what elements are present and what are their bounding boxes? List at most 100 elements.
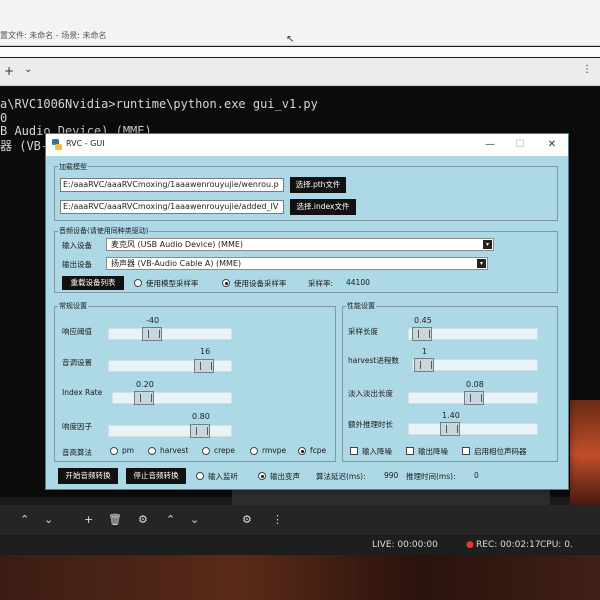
dropdown-arrow-icon[interactable]: ▾ xyxy=(477,259,486,268)
pth-path-input[interactable]: E:/aaaRVC/aaaRVCmoxing/1aaawenrouyujie/w… xyxy=(60,178,284,192)
input-monitor-label: 输入监听 xyxy=(208,472,238,481)
console-line: a\RVC1006Nvidia>runtime\python.exe gui_v… xyxy=(0,97,318,111)
output-denoise-checkbox[interactable] xyxy=(406,447,414,455)
new-tab-icon[interactable]: + xyxy=(4,64,14,78)
move-up-icon[interactable]: ⌃ xyxy=(166,513,175,526)
minimize-button[interactable]: — xyxy=(476,136,504,154)
crossfade-label: 淡入淡出长度 xyxy=(348,389,393,398)
console-line: 器 (VB- xyxy=(0,139,49,153)
model-sr-label: 使用模型采样率 xyxy=(146,279,199,288)
latency-value: 990 xyxy=(384,471,399,480)
stop-conversion-button[interactable]: 停止音频转换 xyxy=(126,468,186,484)
dropdown-arrow-icon[interactable]: ▾ xyxy=(483,240,492,249)
start-conversion-button[interactable]: 开始音频转换 xyxy=(58,468,118,484)
trash-icon[interactable]: 🗑 xyxy=(108,513,122,526)
extra-time-value: 1.40 xyxy=(442,411,460,420)
more-icon[interactable]: ⋮ xyxy=(582,64,592,75)
model-sr-radio[interactable] xyxy=(134,279,142,287)
input-monitor-radio[interactable] xyxy=(196,472,204,480)
sample-rate-label: 采样率: xyxy=(308,279,334,288)
phase-vocoder-checkbox[interactable] xyxy=(462,447,470,455)
chevron-down-icon[interactable]: ⌄ xyxy=(24,64,32,75)
block-time-value: 0.45 xyxy=(414,316,432,325)
rms-mix-slider[interactable] xyxy=(108,425,232,437)
f0-pm-radio[interactable] xyxy=(110,447,118,455)
output-voice-radio[interactable] xyxy=(258,472,266,480)
model-group-label: 加载模型 xyxy=(58,162,88,172)
device-group-label: 音频设备(请使用同种类驱动) xyxy=(58,226,150,236)
extra-time-label: 额外推理时长 xyxy=(348,420,393,429)
move-down-icon[interactable]: ⌄ xyxy=(44,513,53,526)
output-device-label: 输出设备 xyxy=(62,260,92,269)
mouse-cursor-icon: ↖ xyxy=(286,34,295,45)
pitch-value: 16 xyxy=(200,347,211,356)
f0-crepe-label: crepe xyxy=(214,446,236,455)
maximize-button[interactable]: ☐ xyxy=(506,136,534,154)
obs-dock-toolbar: ⌃ ⌄ + 🗑 ⚙ ⌃ ⌄ ⚙ ⋮ xyxy=(0,505,600,535)
background-art xyxy=(570,400,600,510)
move-down-icon[interactable]: ⌄ xyxy=(190,513,199,526)
pitch-slider-handle[interactable] xyxy=(194,359,214,373)
reload-devices-button[interactable]: 重载设备列表 xyxy=(62,276,124,290)
extra-time-slider-handle[interactable] xyxy=(440,422,460,436)
block-time-label: 采样长度 xyxy=(348,327,378,336)
latency-label: 算法延迟(ms): xyxy=(316,472,366,481)
harvest-process-slider-handle[interactable] xyxy=(414,358,434,372)
rms-mix-slider-handle[interactable] xyxy=(190,424,210,438)
f0-rmvpe-label: rmvpe xyxy=(262,446,287,455)
sample-rate-value: 44100 xyxy=(346,278,370,287)
input-device-value: 麦克风 (USB Audio Device) (MME) xyxy=(111,240,244,249)
index-rate-slider[interactable] xyxy=(112,392,232,404)
phase-vocoder-label: 启用相位声码器 xyxy=(474,447,527,456)
general-group-label: 常规设置 xyxy=(58,301,88,311)
f0-fcpe-radio[interactable] xyxy=(298,447,306,455)
f0-harvest-radio[interactable] xyxy=(148,447,156,455)
f0-fcpe-label: fcpe xyxy=(310,446,327,455)
index-path-input[interactable]: E:/aaaRVC/aaaRVCmoxing/1aaawenrouyujie/a… xyxy=(60,200,284,214)
obs-title-bar: 置文件: 未命名 - 场景: 未命名 ↖ xyxy=(0,0,600,46)
crossfade-slider-handle[interactable] xyxy=(464,391,484,405)
window-title-bar: RVC - GUI — ☐ ✕ xyxy=(46,134,568,156)
device-sr-label: 使用设备采样率 xyxy=(234,279,287,288)
add-source-icon[interactable]: + xyxy=(84,513,93,526)
output-device-select[interactable]: 扬声器 (VB-Audio Cable A) (MME) ▾ xyxy=(106,257,488,270)
select-index-button[interactable]: 选择.index文件 xyxy=(290,199,356,215)
block-time-slider-handle[interactable] xyxy=(412,327,432,341)
move-up-icon[interactable]: ⌃ xyxy=(20,513,29,526)
extra-time-slider[interactable] xyxy=(408,423,538,435)
select-pth-button[interactable]: 选择.pth文件 xyxy=(290,177,346,193)
crossfade-value: 0.08 xyxy=(466,380,484,389)
mixer-gear-icon[interactable]: ⚙ xyxy=(242,513,252,526)
index-rate-slider-handle[interactable] xyxy=(134,391,154,405)
threshold-value: -40 xyxy=(146,316,160,325)
input-device-select[interactable]: 麦克风 (USB Audio Device) (MME) ▾ xyxy=(106,238,494,251)
pitch-label: 音调设置 xyxy=(62,358,92,367)
console-line: 0 xyxy=(0,111,8,125)
window-title: RVC - GUI xyxy=(66,139,105,148)
f0-rmvpe-radio[interactable] xyxy=(250,447,258,455)
rvc-gui-window: RVC - GUI — ☐ ✕ 加载模型 E:/aaaRVC/aaaRVCmox… xyxy=(45,133,569,490)
close-button[interactable]: ✕ xyxy=(538,136,566,154)
mixer-more-icon[interactable]: ⋮ xyxy=(272,513,283,526)
python-icon xyxy=(52,139,62,150)
gear-icon[interactable]: ⚙ xyxy=(138,513,148,526)
background-art-bottom xyxy=(0,555,600,600)
threshold-slider[interactable] xyxy=(108,328,232,340)
rec-dot-icon: ● xyxy=(466,540,474,550)
f0-crepe-radio[interactable] xyxy=(202,447,210,455)
obs-status-bar: LIVE: 00:00:00 ● REC: 00:02:17 CPU: 0. xyxy=(0,536,600,554)
input-denoise-checkbox[interactable] xyxy=(350,447,358,455)
threshold-slider-handle[interactable] xyxy=(142,327,162,341)
rms-mix-label: 响度因子 xyxy=(62,422,92,431)
performance-group-label: 性能设置 xyxy=(346,301,376,311)
threshold-label: 响应阈值 xyxy=(62,327,92,336)
input-denoise-label: 输入降噪 xyxy=(362,447,392,456)
obs-title-text: 置文件: 未命名 - 场景: 未命名 xyxy=(0,31,107,40)
harvest-process-label: harvest进程数 xyxy=(348,356,399,365)
output-denoise-label: 输出降噪 xyxy=(418,447,448,456)
index-rate-label: Index Rate xyxy=(62,388,103,397)
rec-status: REC: 00:02:17 xyxy=(476,540,541,550)
rms-mix-value: 0.80 xyxy=(192,412,210,421)
f0-pm-label: pm xyxy=(122,446,135,455)
device-sr-radio[interactable] xyxy=(222,279,230,287)
